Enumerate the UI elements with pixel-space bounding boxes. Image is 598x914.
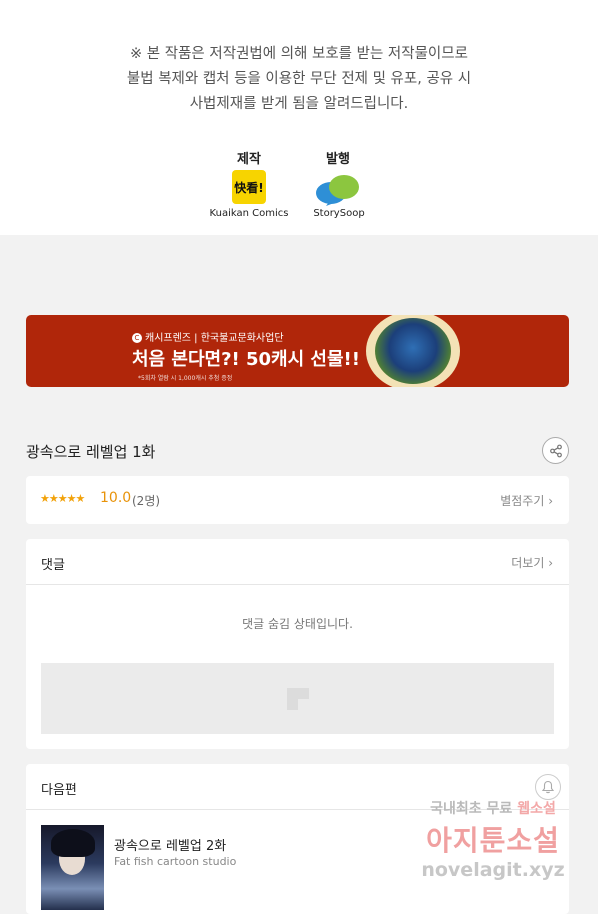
- banner-sub-label: 캐시프렌즈 | 한국불교문화사업단: [145, 333, 284, 344]
- site-watermark: 국내최초 무료 웹소설 아지툰소설 novelagit.xyz: [408, 798, 578, 888]
- dragon-plate-inner: [375, 318, 451, 384]
- rate-button[interactable]: 별점주기 ›: [500, 492, 553, 509]
- next-episode-header: 다음편: [41, 783, 77, 798]
- rating-count: (2명): [132, 494, 161, 508]
- watermark-line-1: 국내최초 무료 웹소설: [408, 798, 578, 818]
- image-placeholder-icon: [286, 687, 309, 710]
- watermark-line-1-highlight: 웹소설: [517, 801, 556, 817]
- watermark-line-2: 아지툰소설: [426, 824, 560, 857]
- episode-title: 광속으로 레벨업 1화: [26, 443, 156, 461]
- banner-main-text: 처음 본다면?! 50캐시 선물!!: [132, 349, 360, 370]
- notice-line-2: 불법 복제와 캡처 등을 이용한 무단 전제 및 유포, 공유 시: [126, 71, 472, 87]
- notice-line-1: ※ 본 작품은 저작권법에 의해 보호를 받는 저작물이므로: [130, 46, 468, 62]
- production-label: 제작: [237, 152, 261, 167]
- star-rating-icon: ★★★★★: [40, 492, 85, 505]
- kuaikan-logo-text: 快看!: [234, 180, 264, 195]
- kuaikan-name: Kuaikan Comics: [209, 208, 289, 219]
- storysoop-name: StorySoop: [313, 208, 365, 219]
- cash-c-icon: C: [132, 333, 142, 343]
- promo-banner[interactable]: C 캐시프렌즈 | 한국불교문화사업단 처음 본다면?! 50캐시 선물!! *5…: [26, 315, 569, 387]
- comments-header: 댓글: [41, 558, 65, 573]
- watermark-line-1-prefix: 국내최초 무료: [430, 801, 518, 817]
- watermark-line-3: novelagit.xyz: [421, 859, 565, 881]
- ad-placeholder[interactable]: [41, 663, 554, 734]
- storysoop-logo: [316, 175, 359, 206]
- next-episode-title[interactable]: 광속으로 레벨업 2화: [114, 835, 226, 854]
- kuaikan-logo: 快看!: [232, 170, 266, 204]
- rating-score: 10.0: [100, 490, 132, 506]
- banner-fine-print: *5회차 열람 시 1,000캐시 추첨 증정: [138, 375, 233, 382]
- notice-line-3: 사법제재를 받게 됨을 알려드립니다.: [189, 96, 409, 112]
- next-episode-studio: Fat fish cartoon studio: [114, 855, 237, 868]
- copyright-section: ※ 본 작품은 저작권법에 의해 보호를 받는 저작물이므로 불법 복제와 캡처…: [0, 0, 598, 235]
- comments-more-link[interactable]: 더보기 ›: [511, 554, 553, 571]
- next-episode-thumbnail[interactable]: [41, 825, 104, 910]
- share-button[interactable]: [542, 437, 569, 464]
- comments-card: 댓글 더보기 › 댓글 숨김 상태입니다.: [26, 539, 569, 749]
- publisher-label: 발행: [326, 152, 350, 167]
- banner-sub-text: C 캐시프렌즈 | 한국불교문화사업단: [132, 329, 284, 344]
- comments-divider: [26, 584, 569, 585]
- comments-hidden-message: 댓글 숨김 상태입니다.: [242, 617, 353, 631]
- rating-card: ★★★★★ 10.0 (2명) 별점주기 ›: [26, 476, 569, 524]
- copyright-notice: ※ 본 작품은 저작권법에 의해 보호를 받는 저작물이므로 불법 복제와 캡처…: [0, 42, 598, 117]
- dragon-plate-art: [366, 315, 460, 387]
- share-icon: [549, 444, 562, 457]
- notification-bell-button[interactable]: [535, 774, 561, 800]
- thumbnail-hair: [51, 829, 95, 857]
- bell-icon: [542, 780, 554, 794]
